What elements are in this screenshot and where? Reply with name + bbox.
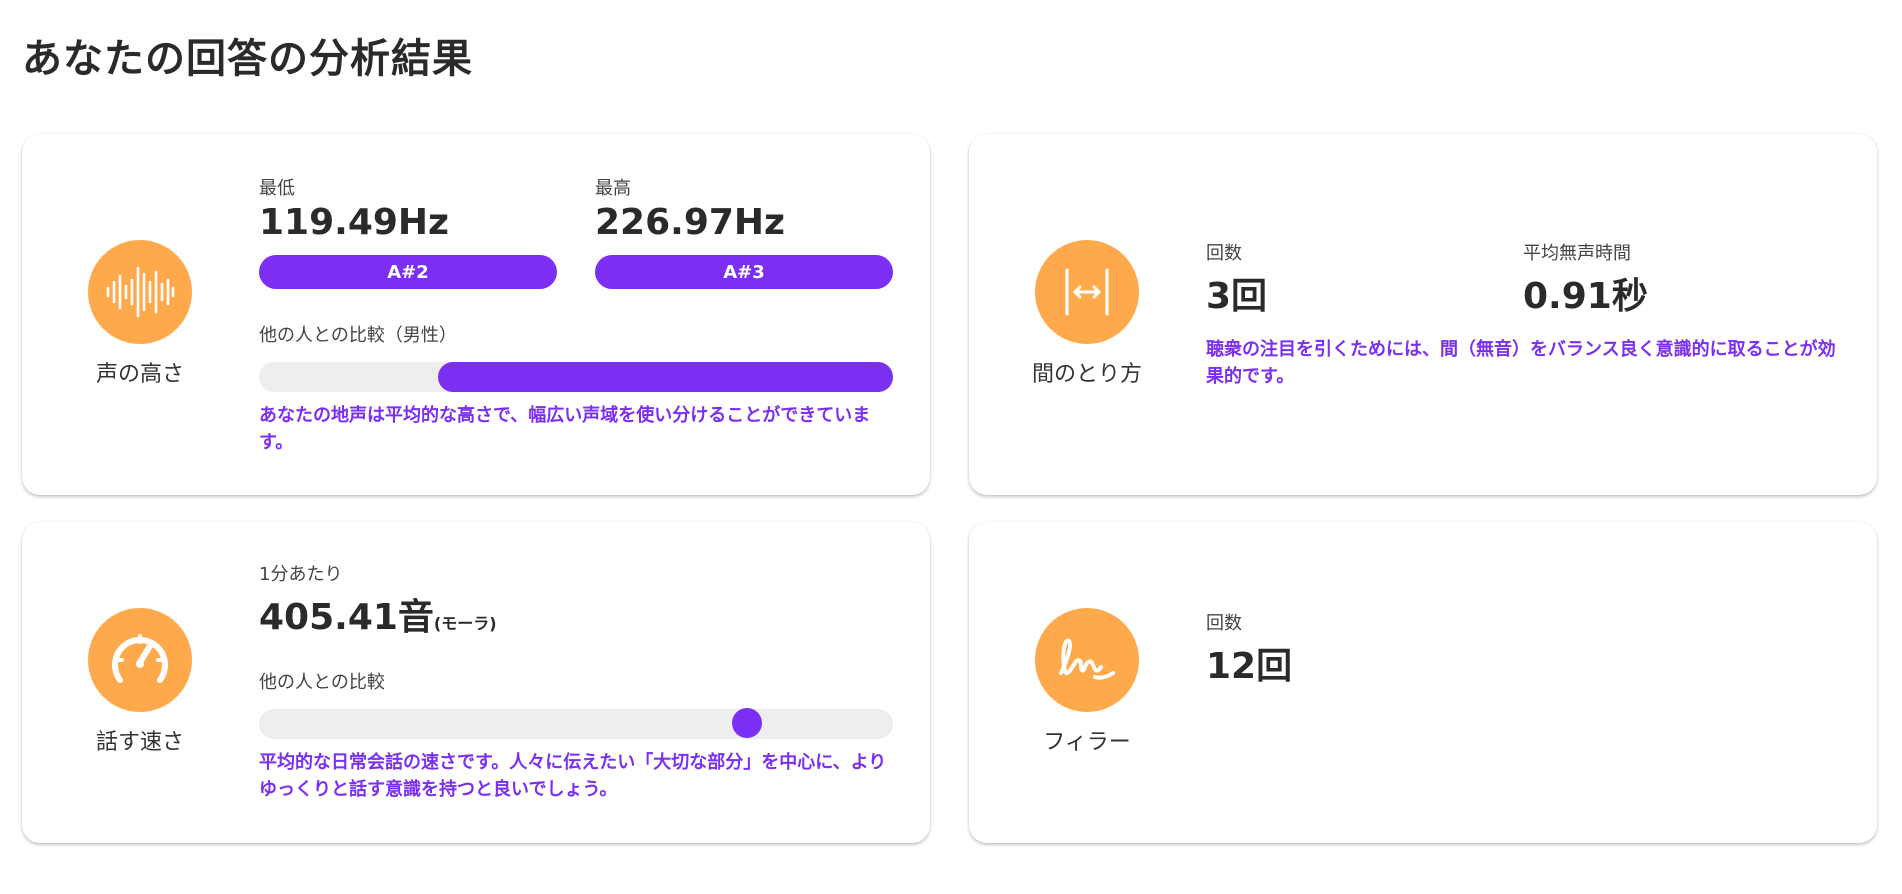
speed-rate-label: 1分あたり: [259, 564, 343, 585]
speed-position-marker: [732, 708, 763, 738]
speed-rate-value: 405.41音: [259, 597, 434, 638]
speed-comment: 平均的な日常会話の速さです。人々に伝えたい「大切な部分」を中心に、よりゆっくりと…: [259, 752, 887, 800]
speed-comparison-label: 他の人との比較: [259, 672, 385, 693]
pause-label: 間のとり方: [1031, 362, 1142, 387]
speed-label: 話す速さ: [95, 730, 184, 755]
handwriting-icon: [1035, 608, 1139, 712]
pause-average-label: 平均無声時間: [1523, 243, 1631, 264]
pause-width-icon: [1035, 240, 1139, 344]
pitch-max-value: 226.97Hz: [595, 202, 786, 243]
speed-card: 話す速さ 1分あたり 405.41音(モーラ) 他の人との比較 平均的な日常会話…: [22, 522, 930, 843]
speed-comparison-track: [259, 708, 893, 739]
speed-rate-block: 1分あたり 405.41音(モーラ): [259, 560, 497, 640]
pitch-label: 声の高さ: [95, 362, 184, 387]
pause-card: 間のとり方 回数 3回 平均無声時間 0.91秒 聴衆の注目を引くためには、間（…: [969, 134, 1877, 495]
pitch-max-block: 最高 226.97Hz A#3: [595, 174, 893, 289]
speed-icon-column: 話す速さ: [70, 608, 210, 756]
pause-count-block: 回数 3回: [1206, 239, 1267, 319]
pitch-min-note-badge: A#2: [259, 255, 557, 289]
sound-wave-icon: [88, 240, 192, 344]
pitch-max-note-badge: A#3: [595, 255, 893, 289]
filler-count-block: 回数 12回: [1206, 609, 1292, 689]
pause-count-label: 回数: [1206, 243, 1242, 264]
pitch-comparison-label: 他の人との比較（男性）: [259, 325, 457, 346]
pitch-card: 声の高さ 最低 119.49Hz A#2 最高 226.97Hz A#3 他の人…: [22, 134, 930, 495]
page-title: あなたの回答の分析結果: [22, 36, 473, 82]
pause-comment: 聴衆の注目を引くためには、間（無音）をバランス良く意識的に取ることが効果的です。: [1206, 339, 1836, 387]
pause-icon-column: 間のとり方: [1017, 240, 1157, 388]
filler-count-value: 12回: [1206, 646, 1293, 687]
pitch-min-block: 最低 119.49Hz A#2: [259, 174, 557, 289]
speedometer-icon: [88, 608, 192, 712]
pause-count-value: 3回: [1206, 276, 1268, 317]
pause-average-block: 平均無声時間 0.91秒: [1523, 239, 1648, 319]
pitch-max-label: 最高: [595, 178, 631, 199]
pitch-icon-column: 声の高さ: [70, 240, 210, 388]
pitch-min-label: 最低: [259, 178, 295, 199]
pitch-comment: あなたの地声は平均的な高さで、幅広い声域を使い分けることができています。: [259, 405, 871, 453]
speed-rate-value-row: 405.41音(モーラ): [259, 588, 497, 640]
filler-label: フィラー: [1043, 730, 1131, 755]
pitch-min-value: 119.49Hz: [259, 202, 450, 243]
filler-count-label: 回数: [1206, 613, 1242, 634]
filler-icon-column: フィラー: [1017, 608, 1157, 756]
filler-card: フィラー 回数 12回: [969, 522, 1877, 843]
pause-average-value: 0.91秒: [1523, 276, 1648, 317]
speed-rate-unit: (モーラ): [433, 614, 497, 633]
pitch-range-fill: [438, 362, 893, 392]
pitch-range-track: [259, 362, 893, 392]
